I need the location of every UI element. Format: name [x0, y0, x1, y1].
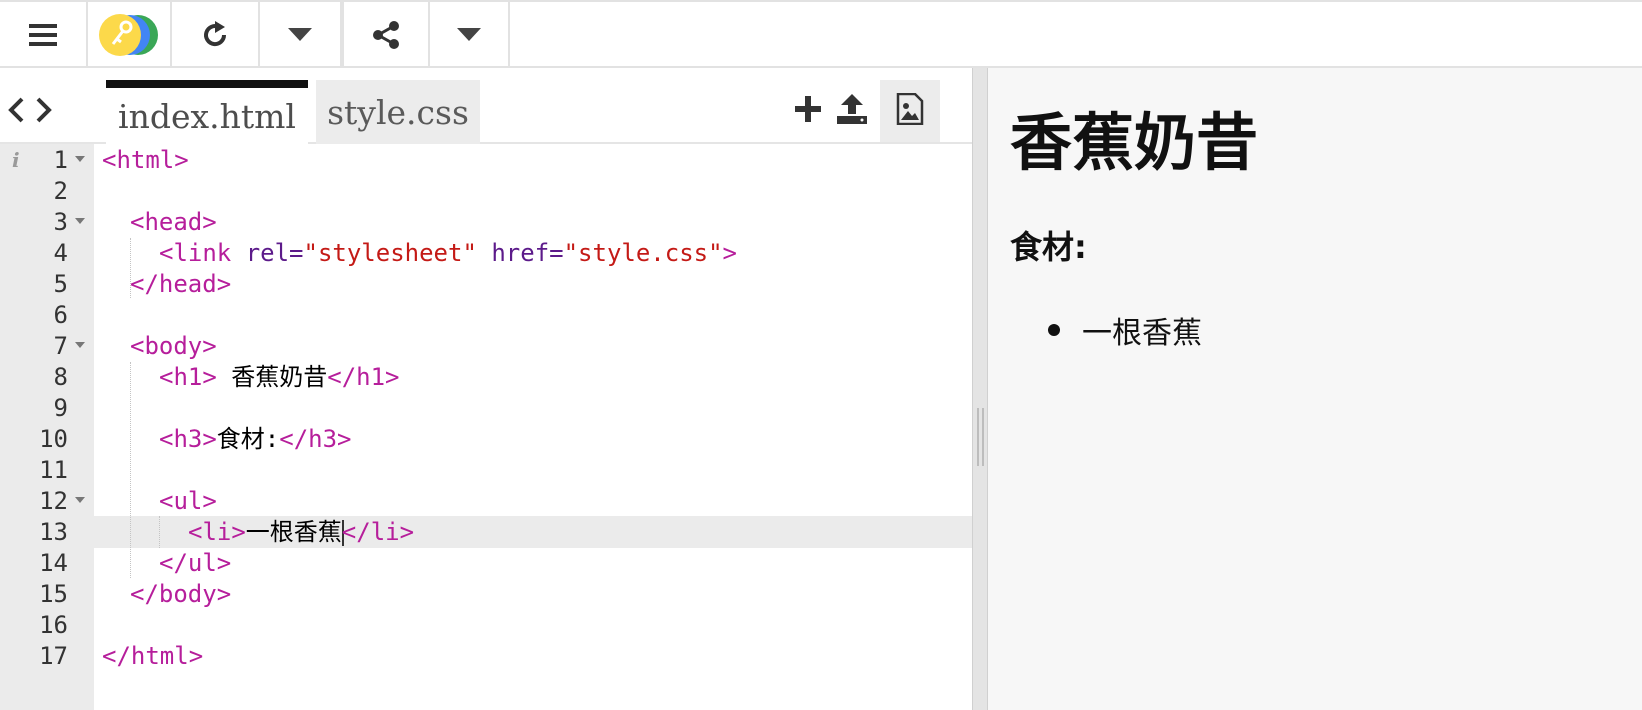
chevron-right-icon[interactable]	[34, 95, 54, 129]
code-area[interactable]: i 1 <html> 2 3 <head> 4 <link rel="style…	[0, 144, 976, 710]
tab-actions	[786, 80, 940, 142]
line-number: 10	[39, 425, 68, 453]
indent-guide	[159, 516, 160, 548]
file-tab-bar: index.html style.css	[0, 68, 976, 144]
line-number: 16	[39, 611, 68, 639]
image-icon	[896, 92, 924, 129]
tab-index-html[interactable]: index.html	[106, 80, 308, 144]
line-number: 17	[39, 642, 68, 670]
code-line: 12 <ul>	[0, 485, 976, 517]
code-line: 15 </body>	[0, 578, 976, 610]
tab-label: style.css	[327, 92, 469, 132]
caret-down-icon	[288, 28, 312, 42]
code-text: </html>	[102, 642, 204, 670]
code-text: </ul>	[159, 549, 232, 577]
line-number: 8	[53, 363, 68, 391]
upload-button[interactable]	[830, 80, 874, 142]
code-text: <head>	[130, 208, 217, 236]
preview-heading: 香蕉奶昔	[1010, 106, 1259, 179]
preview-pane: 香蕉奶昔 食材: 一根香蕉	[988, 68, 1642, 710]
fold-toggle-icon[interactable]	[75, 497, 85, 503]
key-logo-icon	[98, 13, 160, 57]
line-number: 12	[39, 487, 68, 515]
indent-guide	[130, 362, 131, 578]
upload-icon	[837, 94, 867, 128]
preview-subheading: 食材:	[1010, 228, 1087, 266]
code-line: 17 </html>	[0, 640, 976, 672]
line-number: 4	[53, 239, 68, 267]
share-button[interactable]	[344, 2, 430, 68]
code-line: 8 <h1> 香蕉奶昔</h1>	[0, 361, 976, 393]
line-number: 11	[39, 456, 68, 484]
run-options-dropdown[interactable]	[260, 2, 342, 68]
line-number: 6	[53, 301, 68, 329]
menu-button[interactable]	[0, 2, 88, 68]
indent-guide	[130, 238, 131, 298]
code-line: 10 <h3>食材:</h3>	[0, 423, 976, 455]
refresh-button[interactable]	[172, 2, 260, 68]
resize-grip	[977, 408, 984, 466]
tab-label: index.html	[118, 96, 296, 136]
pane-resize-handle[interactable]	[972, 68, 988, 710]
fold-toggle-icon[interactable]	[75, 218, 85, 224]
line-number: 2	[53, 177, 68, 205]
code-text: </head>	[130, 270, 232, 298]
history-nav	[6, 94, 66, 130]
chevron-left-icon[interactable]	[6, 95, 26, 129]
code-line: 14 </ul>	[0, 547, 976, 579]
add-file-icon	[795, 96, 821, 126]
code-line: 2	[0, 175, 976, 207]
code-line: 11	[0, 454, 976, 486]
line-number: 5	[53, 270, 68, 298]
code-line-active: 13 <li>一根香蕉</li>	[0, 516, 976, 548]
line-number: 9	[53, 394, 68, 422]
fold-toggle-icon[interactable]	[75, 156, 85, 162]
code-text: <h3>食材:</h3>	[159, 425, 352, 453]
code-line: 3 <head>	[0, 206, 976, 238]
share-icon	[372, 21, 400, 49]
line-number: 3	[53, 208, 68, 236]
code-text: <body>	[130, 332, 217, 360]
code-text: <link rel="stylesheet" href="style.css">	[159, 239, 737, 267]
code-line: 4 <link rel="stylesheet" href="style.css…	[0, 237, 976, 269]
code-text: <li>一根香蕉</li>	[188, 518, 415, 546]
line-number: 7	[53, 332, 68, 360]
code-line: 6	[0, 299, 976, 331]
code-line: 5 </head>	[0, 268, 976, 300]
tab-style-css[interactable]: style.css	[316, 80, 480, 144]
line-number: 15	[39, 580, 68, 608]
code-editor-pane: index.html style.css i 1 <html> 2 3 <hea…	[0, 68, 976, 710]
hamburger-menu-icon	[29, 23, 57, 47]
refresh-icon	[200, 20, 230, 50]
code-line: 16	[0, 609, 976, 641]
line-number: 14	[39, 549, 68, 577]
code-line: 1 <html>	[0, 144, 976, 176]
image-button[interactable]	[880, 80, 940, 142]
line-number: 1	[53, 146, 68, 174]
code-text: <html>	[102, 146, 189, 174]
top-toolbar	[0, 0, 1642, 68]
logo-button[interactable]	[88, 2, 172, 68]
list-item-text: 一根香蕉	[1082, 316, 1202, 351]
fold-toggle-icon[interactable]	[75, 342, 85, 348]
bullet-icon	[1048, 324, 1060, 336]
line-number: 13	[39, 518, 68, 546]
add-file-button[interactable]	[786, 80, 830, 142]
share-options-dropdown[interactable]	[430, 2, 510, 68]
code-text: <h1> 香蕉奶昔</h1>	[159, 363, 400, 391]
code-line: 7 <body>	[0, 330, 976, 362]
code-text: <ul>	[159, 487, 217, 515]
code-line: 9	[0, 392, 976, 424]
code-text: </body>	[130, 580, 232, 608]
caret-down-icon	[457, 28, 481, 42]
preview-list-item: 一根香蕉	[1048, 308, 1202, 352]
